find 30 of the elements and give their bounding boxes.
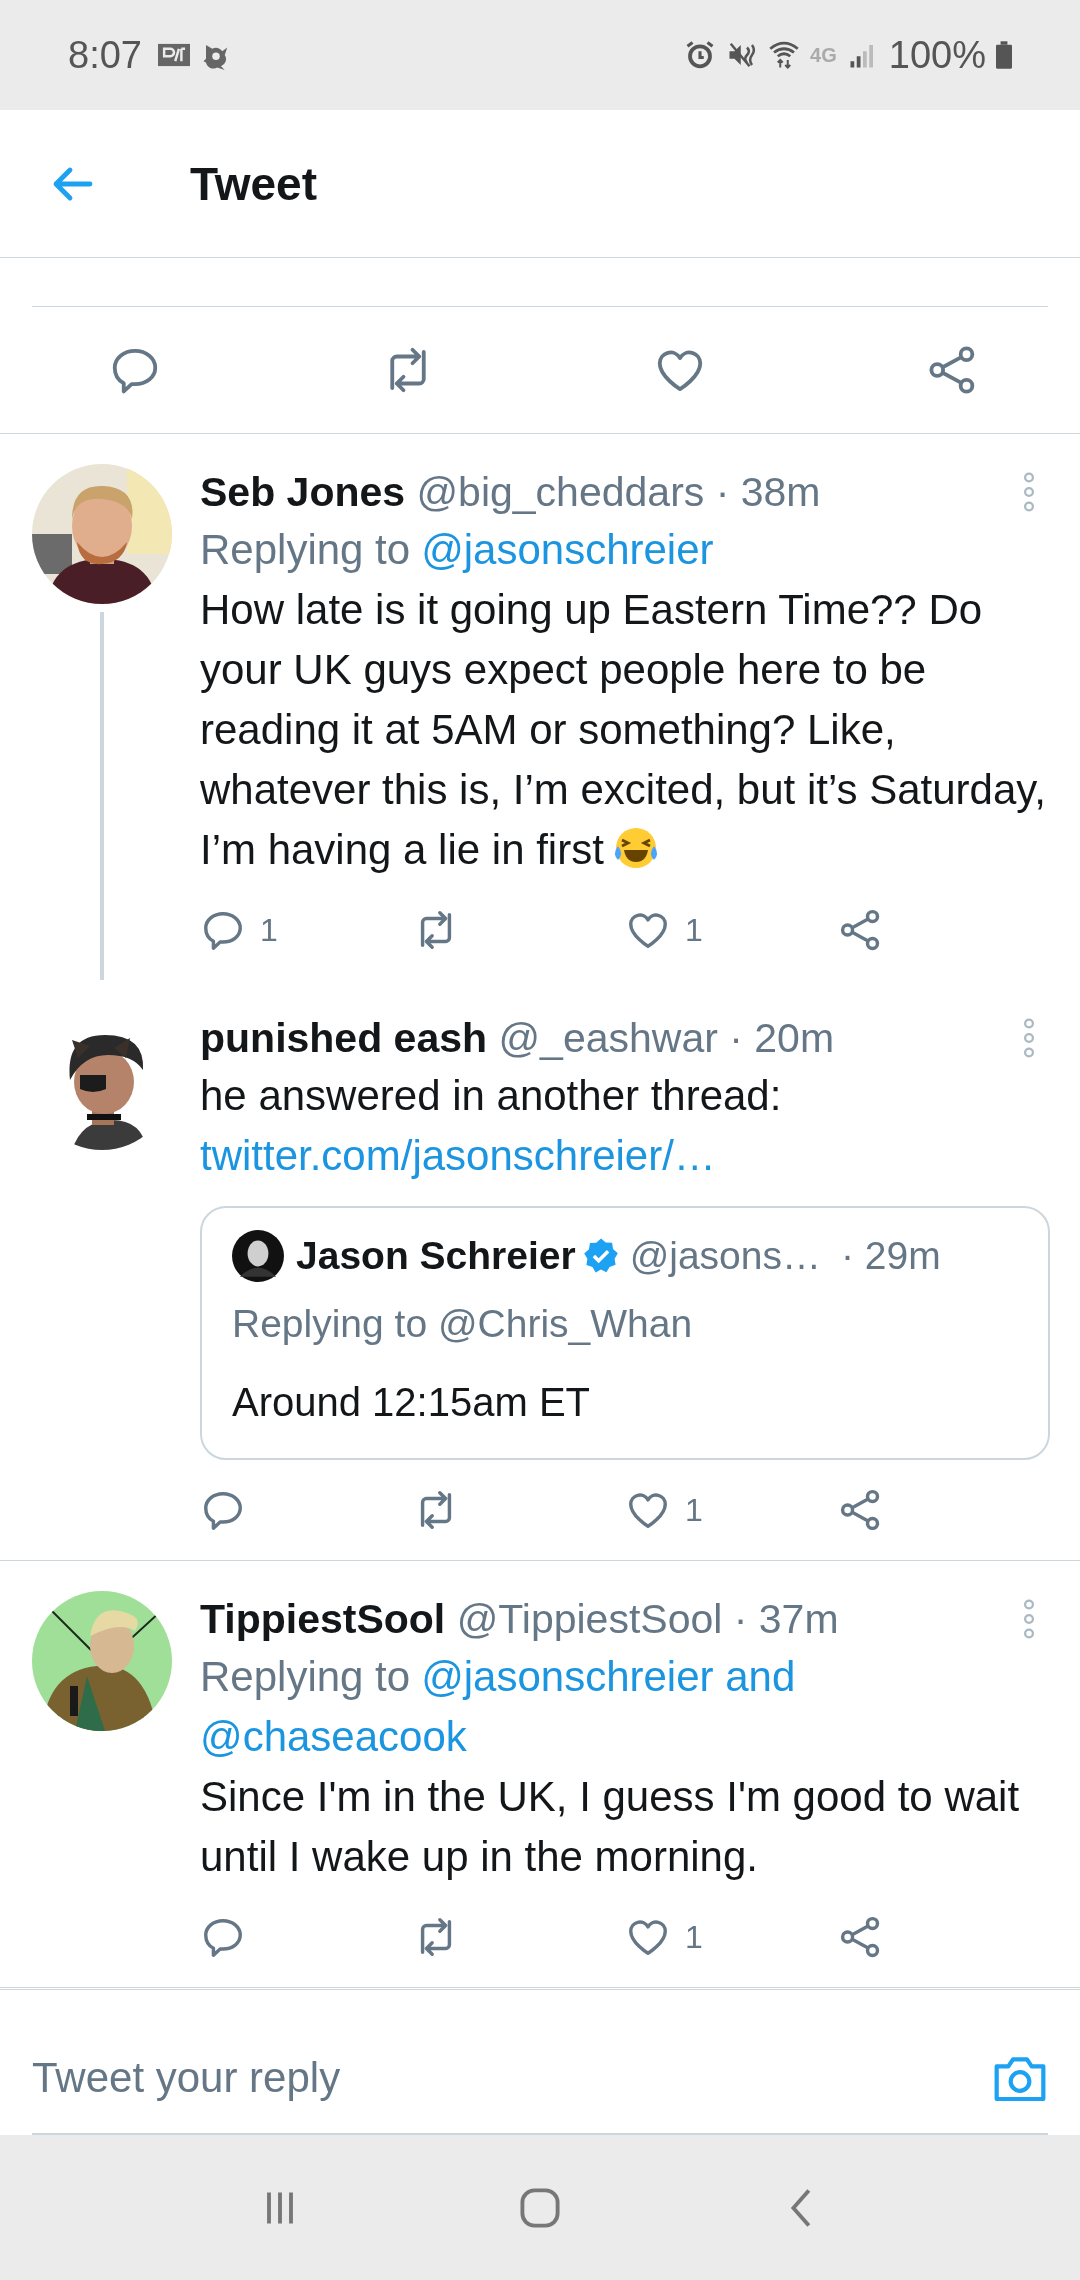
tweet-text: Since I'm in the UK, I guess I'm good to wait until I wake up in the morning. (200, 1773, 1020, 1880)
replying-label: Replying to (200, 1652, 411, 1702)
quoted-time: · 29m (841, 1234, 941, 1278)
tweet-author: punished eash @_eashwar · 20m (200, 1014, 835, 1063)
network-type: 4G (810, 43, 837, 67)
like-count: 1 (685, 1918, 703, 1956)
quoted-replying-label: Replying to @Chris_Whan (232, 1301, 694, 1347)
home-icon[interactable] (518, 2185, 562, 2230)
wifi-icon (768, 40, 801, 70)
quoted-author-name: Jason Schreier (296, 1234, 576, 1278)
tweet-author: Seb Jones @big_cheddars · 38m (200, 468, 821, 517)
replying-label: Replying to (200, 525, 411, 575)
quoted-tweet[interactable]: Jason Schreier @jasons… · 29m Replying to @Chris_Whan Around 12:15am ET (200, 1206, 1050, 1460)
like-count: 1 (685, 911, 703, 949)
page-title: Tweet (190, 156, 317, 211)
reply-field[interactable]: Tweet your reply (32, 2054, 992, 2102)
mention-link[interactable]: @jasonschreier and (421, 1647, 796, 1707)
battery-icon (996, 41, 1012, 69)
status-time: 8:07 (68, 33, 142, 77)
reply-count: 1 (260, 911, 278, 949)
battery-percent: 100% (888, 33, 986, 77)
tweet-link[interactable]: twitter.com/jasonschreier/… (200, 1132, 716, 1179)
quoted-handle: @jasons… (629, 1234, 821, 1278)
mention-link[interactable]: @chaseacook (200, 1707, 467, 1767)
like-count: 1 (685, 1491, 703, 1529)
tweet-text: he answered in another thread: (200, 1072, 782, 1119)
tweet-author: TippiestSool @TippiestSool · 37m (200, 1595, 839, 1644)
mention-link[interactable]: @jasonschreier (421, 520, 714, 580)
quoted-text: Around 12:15am ET (232, 1379, 591, 1426)
tweet-text: How late is it going up Eastern Time?? Do your UK guys expect people here to be reading it at 5AM or something? Like, whatever this is, I’m excited, but it’s Saturday, I’m having a lie in first (200, 586, 1046, 873)
